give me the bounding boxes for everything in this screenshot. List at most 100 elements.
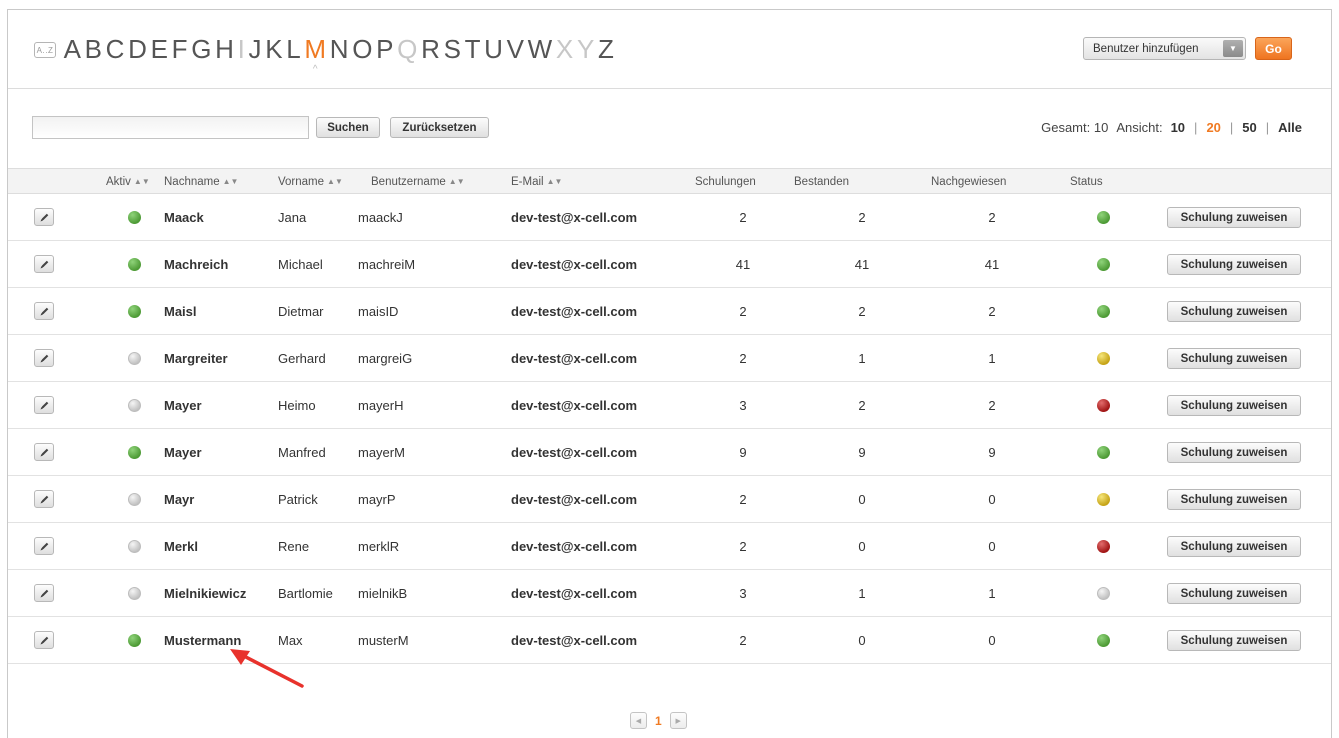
col-benutzername[interactable]: Benutzername ▲▼ [371, 176, 465, 188]
cell-email: dev-test@x-cell.com [511, 633, 638, 648]
user-table: Aktiv ▲▼ Nachname ▲▼ Vorname ▲▼ Benutzernam… [8, 168, 1331, 664]
cell-email: dev-test@x-cell.com [511, 492, 638, 507]
cell-bestanden: 1 [858, 351, 866, 366]
assign-training-button[interactable]: Schulung zuweisen [1167, 395, 1301, 416]
cell-nachname: Mayer [164, 445, 202, 460]
az-icon[interactable]: A..Z [34, 42, 56, 58]
table-row: Margreiter Gerhard margreiG dev-test@x-cell… [8, 335, 1331, 382]
separator: | [1194, 120, 1198, 135]
cell-vorname: Jana [278, 210, 307, 225]
letter-r[interactable]: R [420, 34, 442, 64]
col-aktiv[interactable]: Aktiv ▲▼ [106, 176, 150, 188]
edit-button[interactable] [34, 302, 54, 320]
letter-p[interactable]: P [375, 34, 396, 64]
status-indicator-icon [1097, 540, 1110, 553]
edit-button[interactable] [34, 443, 54, 461]
col-nachgewiesen: Nachgewiesen [931, 176, 1007, 188]
assign-training-button[interactable]: Schulung zuweisen [1167, 254, 1301, 275]
assign-training-button[interactable]: Schulung zuweisen [1167, 348, 1301, 369]
sort-icon: ▲▼ [133, 177, 150, 186]
edit-button[interactable] [34, 349, 54, 367]
user-list-panel: A..Z A B C D E F G H I J K L M ^ N O P Q R S T U V W X Y Z Benutze… [7, 9, 1332, 738]
chevron-right-icon: ▶ [675, 717, 681, 725]
next-page-button[interactable]: ▶ [669, 712, 687, 729]
letter-t[interactable]: T [463, 34, 483, 64]
cell-benutzername: mielnikB [358, 586, 408, 601]
table-row: Mayr Patrick mayrP dev-test@x-cell.com 2 0 0 Sc… [8, 476, 1331, 523]
add-user-select[interactable]: Benutzer hinzufügen ▼ [1083, 37, 1246, 60]
cell-nachgewiesen: 2 [988, 398, 996, 413]
search-button[interactable]: Suchen [316, 117, 380, 138]
col-nachname[interactable]: Nachname ▲▼ [164, 176, 238, 188]
col-schulungen: Schulungen [695, 176, 756, 188]
active-indicator-icon [128, 305, 141, 318]
cell-email: dev-test@x-cell.com [511, 539, 638, 554]
edit-button[interactable] [34, 396, 54, 414]
go-button[interactable]: Go [1255, 37, 1292, 60]
prev-page-button[interactable]: ◀ [630, 712, 647, 729]
table-header: Aktiv ▲▼ Nachname ▲▼ Vorname ▲▼ Benutzernam… [8, 168, 1331, 194]
edit-button[interactable] [34, 631, 54, 649]
cell-nachgewiesen: 1 [988, 586, 996, 601]
cell-schulungen: 41 [735, 257, 751, 272]
cell-email: dev-test@x-cell.com [511, 257, 638, 272]
active-indicator-icon [128, 540, 141, 553]
letter-w[interactable]: W [526, 34, 554, 64]
letter-o[interactable]: O [351, 34, 375, 64]
reset-button[interactable]: Zurücksetzen [390, 117, 489, 138]
edit-button[interactable] [34, 584, 54, 602]
letter-e[interactable]: E [149, 34, 170, 64]
edit-button[interactable] [34, 490, 54, 508]
status-indicator-icon [1097, 399, 1110, 412]
letter-u[interactable]: U [483, 34, 505, 64]
table-row: Machreich Michael machreiM dev-test@x-cell.… [8, 241, 1331, 288]
letter-h[interactable]: H [214, 34, 236, 64]
letter-f[interactable]: F [170, 34, 190, 64]
separator: | [1265, 120, 1270, 135]
letter-z[interactable]: Z [596, 34, 616, 64]
current-page[interactable]: 1 [655, 714, 662, 728]
letter-k[interactable]: K [264, 34, 285, 64]
cell-schulungen: 3 [739, 586, 747, 601]
letter-d[interactable]: D [127, 34, 149, 64]
col-email[interactable]: E-Mail ▲▼ [511, 176, 562, 188]
assign-training-button[interactable]: Schulung zuweisen [1167, 630, 1301, 651]
letter-m[interactable]: M ^ [303, 34, 328, 75]
assign-training-button[interactable]: Schulung zuweisen [1167, 489, 1301, 510]
assign-training-button[interactable]: Schulung zuweisen [1167, 536, 1301, 557]
cell-bestanden: 2 [858, 210, 866, 225]
letter-list: A B C D E F G H I J K L M ^ N O P Q R S T U V W X Y Z [62, 34, 616, 75]
letter-b[interactable]: B [83, 34, 104, 64]
active-indicator-icon [128, 352, 141, 365]
search-input[interactable] [32, 116, 309, 139]
edit-button[interactable] [34, 255, 54, 273]
assign-training-button[interactable]: Schulung zuweisen [1167, 207, 1301, 228]
edit-button[interactable] [34, 537, 54, 555]
letter-l[interactable]: L [285, 34, 303, 64]
view-option-alle[interactable]: Alle [1278, 120, 1302, 135]
assign-training-button[interactable]: Schulung zuweisen [1167, 301, 1301, 322]
view-label: Ansicht: [1116, 120, 1163, 135]
col-vorname[interactable]: Vorname ▲▼ [278, 176, 343, 188]
cell-nachname: Merkl [164, 539, 198, 554]
assign-training-button[interactable]: Schulung zuweisen [1167, 442, 1301, 463]
letter-v[interactable]: V [505, 34, 526, 64]
letter-j[interactable]: J [247, 34, 264, 64]
active-indicator-icon [128, 211, 141, 224]
edit-button[interactable] [34, 208, 54, 226]
pagination: ◀ 1 ▶ [630, 712, 687, 729]
chevron-down-icon: ▼ [1223, 40, 1243, 57]
sort-icon: ▲▼ [222, 177, 239, 186]
assign-training-button[interactable]: Schulung zuweisen [1167, 583, 1301, 604]
letter-g[interactable]: G [190, 34, 214, 64]
cell-benutzername: margreiG [358, 351, 413, 366]
view-option-50[interactable]: 50 [1242, 120, 1256, 135]
letter-a[interactable]: A [62, 34, 83, 64]
letter-s[interactable]: S [442, 34, 463, 64]
view-option-20[interactable]: 20 [1206, 120, 1220, 135]
letter-n[interactable]: N [328, 34, 350, 64]
letter-c[interactable]: C [104, 34, 126, 64]
view-option-10[interactable]: 10 [1171, 120, 1185, 135]
cell-email: dev-test@x-cell.com [511, 351, 638, 366]
search-bar: Suchen Zurücksetzen Gesamt: 10 Ansicht: … [8, 90, 1331, 168]
